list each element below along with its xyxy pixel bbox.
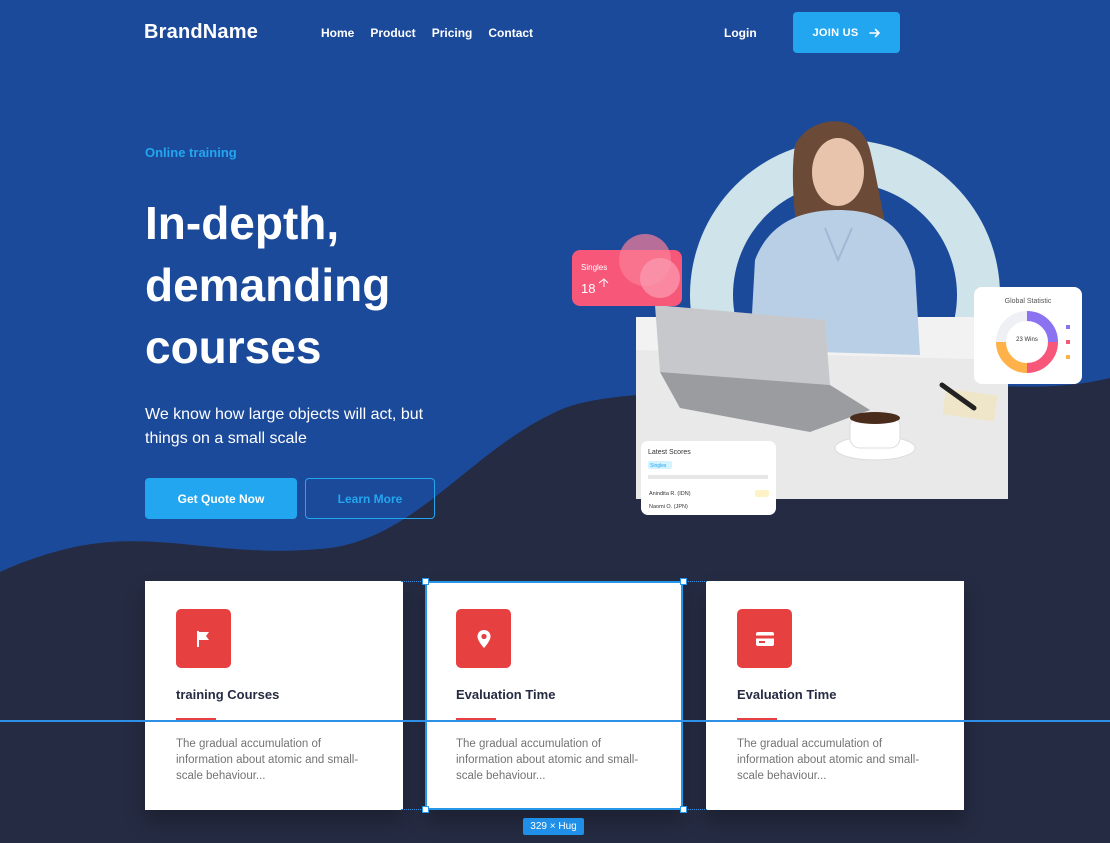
card-title: training Courses: [176, 687, 280, 702]
card-title: Evaluation Time: [737, 687, 837, 702]
join-us-button[interactable]: JOIN US: [793, 12, 900, 53]
svg-text:23 Wins: 23 Wins: [1016, 337, 1038, 343]
hero-headline: In-depth, demanding courses: [145, 197, 391, 373]
layout-guide-line: [0, 720, 1110, 722]
size-indicator: 329 × Hug: [523, 818, 584, 835]
resize-handle[interactable]: [680, 578, 687, 585]
top-navigation: BrandName Home Product Pricing Contact L…: [0, 0, 1110, 66]
brand-logo[interactable]: BrandName: [144, 21, 258, 44]
svg-text:Naomi O. (JPN): Naomi O. (JPN): [649, 504, 688, 510]
resize-handle[interactable]: [680, 806, 687, 813]
nav-link-pricing[interactable]: Pricing: [432, 26, 473, 40]
join-us-label: JOIN US: [812, 26, 859, 39]
svg-text:18: 18: [581, 281, 595, 296]
svg-text:Singles: Singles: [650, 463, 667, 469]
latest-scores-widget: Latest Scores Singles Anindita R. (IDN) …: [641, 441, 776, 515]
feature-card-evaluation[interactable]: Evaluation Time The gradual accumulation…: [425, 581, 683, 810]
arrow-right-icon: [868, 28, 880, 37]
card-title: Evaluation Time: [456, 687, 556, 702]
flag-icon: [176, 609, 231, 668]
card-description: The gradual accumulation of information …: [456, 738, 639, 782]
nav-link-home[interactable]: Home: [321, 26, 354, 40]
feature-card-training[interactable]: training Courses The gradual accumulatio…: [145, 581, 403, 810]
feature-card-evaluation-2[interactable]: Evaluation Time The gradual accumulation…: [706, 581, 964, 810]
nav-menu: Home Product Pricing Contact: [321, 26, 533, 40]
hero-illustration: Singles 18 Global Statistic 23 Wins Late…: [572, 121, 1082, 515]
svg-text:Global Statistic: Global Statistic: [1005, 298, 1052, 305]
card-description: The gradual accumulation of information …: [176, 738, 359, 782]
resize-handle[interactable]: [422, 578, 429, 585]
location-pin-icon: [456, 609, 511, 668]
login-link[interactable]: Login: [724, 26, 757, 40]
learn-more-button[interactable]: Learn More: [305, 478, 435, 519]
svg-text:Singles: Singles: [581, 263, 607, 272]
global-statistic-widget: Global Statistic 23 Wins: [974, 287, 1082, 384]
resize-handle[interactable]: [422, 806, 429, 813]
svg-text:Anindita R. (IDN): Anindita R. (IDN): [649, 491, 691, 497]
nav-link-contact[interactable]: Contact: [488, 26, 533, 40]
credit-card-icon: [737, 609, 792, 668]
card-description: The gradual accumulation of information …: [737, 738, 920, 782]
singles-widget: Singles 18: [572, 234, 682, 306]
hero-subtitle: We know how large objects will act, but …: [145, 406, 424, 447]
hero-eyebrow: Online training: [145, 145, 237, 160]
svg-text:Latest Scores: Latest Scores: [648, 449, 691, 456]
nav-link-product[interactable]: Product: [370, 26, 415, 40]
get-quote-button[interactable]: Get Quote Now: [145, 478, 297, 519]
